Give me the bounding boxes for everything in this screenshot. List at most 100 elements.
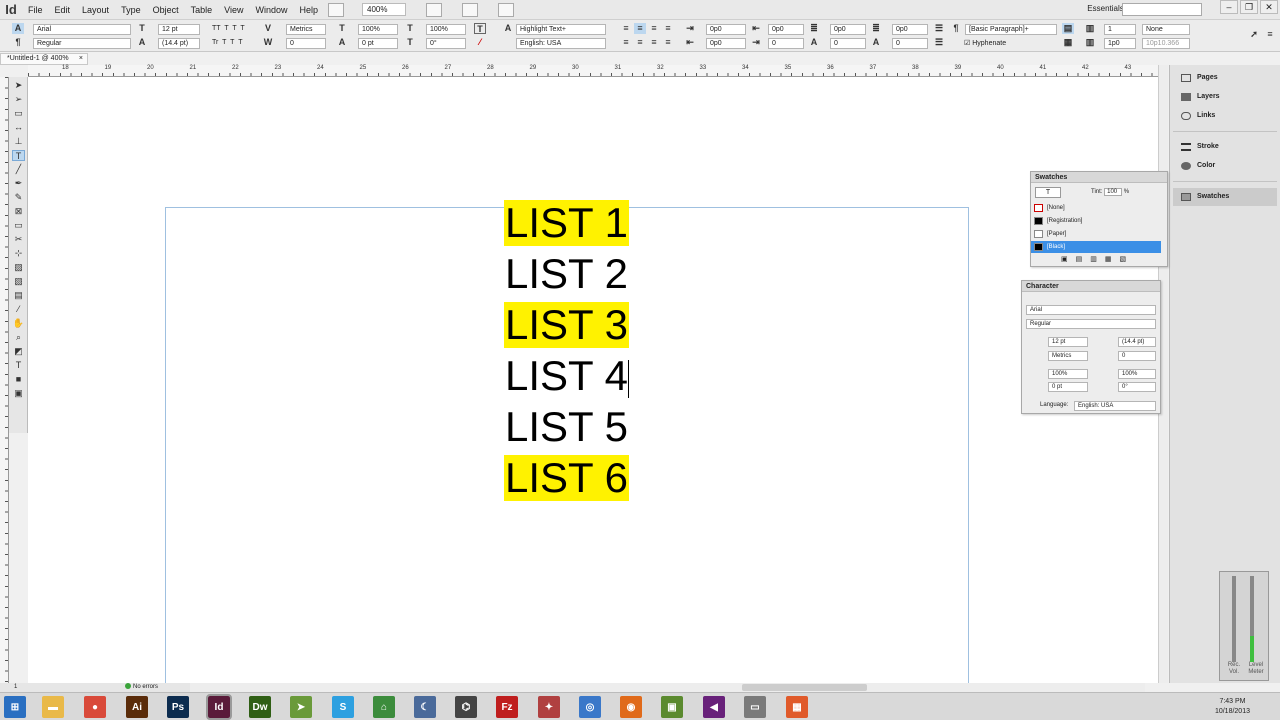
grid-align-icon[interactable]: ▤ — [1062, 23, 1074, 34]
paragraph-style-select[interactable]: [Basic Paragraph]+ — [965, 24, 1057, 35]
character-formatting-icon[interactable]: A — [12, 23, 24, 34]
char-size-field[interactable]: 12 pt — [1048, 337, 1088, 347]
superscript-button[interactable]: T — [224, 25, 228, 32]
minimize-button[interactable]: – — [1220, 0, 1238, 14]
swatches-footer-buttons[interactable]: ▣▤▥▦▧ — [1061, 255, 1161, 265]
menu-edit[interactable]: Edit — [49, 5, 77, 15]
vertical-ruler[interactable] — [0, 77, 9, 683]
eyedropper-tool-icon[interactable]: ⁄ — [12, 304, 25, 315]
dock-pages[interactable]: Pages — [1173, 69, 1277, 87]
character-style-select[interactable]: Highlight Text+ — [516, 24, 606, 35]
align-towards-spine-icon[interactable]: ≡ — [662, 23, 674, 34]
zoom-tool-icon[interactable]: ⌕ — [12, 332, 25, 343]
drop-cap-chars-field[interactable]: 0 — [892, 38, 928, 49]
rectangle-frame-tool-icon[interactable]: ⊠ — [12, 206, 25, 217]
taskbar-visual-studio-icon[interactable]: ◀ — [703, 696, 725, 718]
system-clock[interactable]: 7:43 PM 10/18/2013 — [1215, 697, 1250, 717]
taskbar-paper-plane-icon[interactable]: ➤ — [290, 696, 312, 718]
dock-color[interactable]: Color — [1173, 157, 1277, 175]
bridge-icon[interactable] — [328, 2, 344, 17]
drop-cap-lines-field[interactable]: 0 — [830, 38, 866, 49]
subscript-button[interactable]: T — [222, 39, 226, 46]
character-panel-title[interactable]: Character — [1022, 281, 1160, 292]
fill-stroke-toggle[interactable]: T — [1035, 187, 1061, 198]
preflight-status[interactable]: No errors — [125, 683, 158, 692]
help-search-input[interactable] — [1122, 3, 1202, 16]
justify-center-icon[interactable]: ≡ — [634, 37, 646, 48]
restore-button[interactable]: ❐ — [1240, 0, 1258, 14]
tracking-field[interactable]: 0 — [286, 38, 326, 49]
char-kerning-field[interactable]: Metrics — [1048, 351, 1088, 361]
screen-mode-tool-icon[interactable]: ▣ — [12, 388, 25, 399]
taskbar-recorder-icon[interactable]: ▭ — [744, 696, 766, 718]
type-tool-icon[interactable]: T — [12, 150, 25, 161]
hyphenate-checkbox[interactable]: ☑ Hyphenate — [964, 39, 1006, 47]
leading-field[interactable]: (14.4 pt) — [158, 38, 200, 49]
swatch-row[interactable]: [Black] — [1031, 241, 1161, 253]
taskbar-share-app-icon[interactable]: ✦ — [538, 696, 560, 718]
horizontal-ruler[interactable]: 18 19 20 21 22 23 24 25 26 27 28 29 30 31 32 33 34 35 36 37… — [28, 65, 1168, 77]
split-span-select[interactable]: None — [1142, 24, 1190, 35]
char-style-select[interactable]: Regular — [1026, 319, 1156, 329]
underline-button[interactable]: T — [232, 25, 236, 32]
scrollbar-thumb[interactable] — [742, 684, 867, 691]
control-panel-menu-icon[interactable]: ≡ — [1264, 29, 1276, 40]
caps-buttons-2[interactable]: Tr T T T — [212, 39, 243, 46]
dock-links[interactable]: Links — [1173, 107, 1277, 125]
taskbar-dial-app-icon[interactable]: ⌬ — [455, 696, 477, 718]
caps-buttons[interactable]: TT T T T — [212, 25, 245, 32]
char-font-select[interactable]: Arial — [1026, 305, 1156, 315]
taskbar-photoshop-icon[interactable]: Ps — [167, 696, 189, 718]
menu-window[interactable]: Window — [249, 5, 293, 15]
language-select[interactable]: English: USA — [516, 38, 606, 49]
taskbar-dreamweaver-icon[interactable]: Dw — [249, 696, 271, 718]
swatch-row[interactable]: [Paper] — [1031, 228, 1161, 240]
justify-left-icon[interactable]: ≡ — [620, 37, 632, 48]
text-frame[interactable]: LIST 1 LIST 2 LIST 3 LIST 4 LIST 5 LIST … — [504, 198, 630, 508]
char-leading-field[interactable]: (14.4 pt) — [1118, 337, 1156, 347]
free-transform-tool-icon[interactable]: ⊹ — [12, 248, 25, 259]
page-number-field[interactable]: 1 — [14, 683, 17, 692]
char-baseline-field[interactable]: 0 pt — [1048, 382, 1088, 392]
taskbar-minecraft-icon[interactable]: ▣ — [661, 696, 683, 718]
char-vscale-field[interactable]: 100% — [1048, 369, 1088, 379]
screen-mode-icon[interactable] — [462, 2, 478, 17]
all-caps-button[interactable]: TT — [212, 25, 221, 32]
taskbar-file-explorer-icon[interactable]: ▬ — [42, 696, 64, 718]
rectangle-tool-icon[interactable]: ▭ — [12, 220, 25, 231]
gap-tool-icon[interactable]: ↔ — [12, 122, 25, 133]
pen-tool-icon[interactable]: ✒ — [12, 178, 25, 189]
font-style-select[interactable]: Regular — [33, 38, 131, 49]
list-item[interactable]: LIST 1 — [504, 200, 629, 246]
apply-color-icon[interactable]: ■ — [12, 374, 25, 385]
justify-right-icon[interactable]: ≡ — [648, 37, 660, 48]
align-right-icon[interactable]: ≡ — [648, 23, 660, 34]
zoom-level-field[interactable]: 400% — [362, 3, 406, 16]
dock-swatches[interactable]: Swatches — [1173, 188, 1277, 206]
ligature-button[interactable]: T — [240, 25, 244, 32]
note-tool-icon[interactable]: ▤ — [12, 290, 25, 301]
taskbar-app-blue-s-icon[interactable]: S — [332, 696, 354, 718]
taskbar-firefox-icon[interactable]: ◉ — [620, 696, 642, 718]
last-line-indent-field[interactable]: 0 — [768, 38, 804, 49]
char-tracking-field[interactable]: 0 — [1118, 351, 1156, 361]
taskbar-tiles-app-icon[interactable]: ▦ — [786, 696, 808, 718]
swatch-row[interactable]: [Registration] — [1031, 215, 1161, 227]
taskbar-filezilla-icon[interactable]: Fz — [496, 696, 518, 718]
char-language-select[interactable]: English: USA — [1074, 401, 1156, 411]
list-item[interactable]: LIST 2 — [504, 251, 628, 297]
menu-layout[interactable]: Layout — [76, 5, 115, 15]
direct-selection-tool-icon[interactable]: ➢ — [12, 94, 25, 105]
numbering-icon[interactable]: ☰ — [933, 37, 945, 48]
taskbar-home-app-icon[interactable]: ⌂ — [373, 696, 395, 718]
taskbar-chrome-icon[interactable]: ● — [84, 696, 106, 718]
small-caps-button[interactable]: Tr — [212, 39, 218, 46]
content-collector-icon[interactable]: ⊥ — [12, 136, 25, 147]
arrange-documents-icon[interactable] — [498, 2, 514, 17]
pencil-tool-icon[interactable]: ✎ — [12, 192, 25, 203]
gradient-feather-tool-icon[interactable]: ▧ — [12, 276, 25, 287]
font-size-field[interactable]: 12 pt — [158, 24, 200, 35]
swatches-panel-title[interactable]: Swatches — [1031, 172, 1167, 183]
stroke-none-icon[interactable]: ⁄ — [474, 37, 486, 48]
line-tool-icon[interactable]: ╱ — [12, 164, 25, 175]
